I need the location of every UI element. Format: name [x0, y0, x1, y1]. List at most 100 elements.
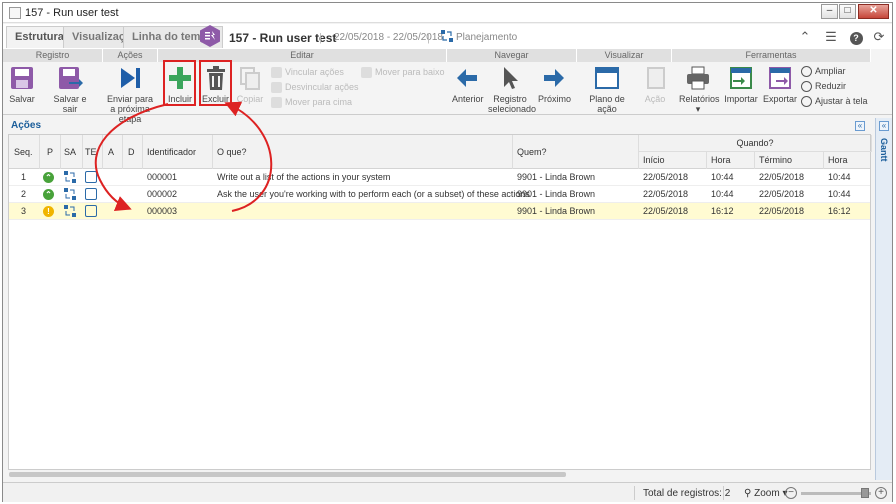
action-plan-button[interactable]: Plano de ação [581, 65, 633, 114]
group-navegar: Navegar [447, 49, 577, 62]
selected-record-button[interactable]: Registro selecionado [488, 65, 536, 114]
unlink-icon [271, 82, 282, 93]
status-warning-icon: ! [43, 206, 54, 217]
cell-identifier: 000001 [147, 172, 178, 182]
fit-screen-button[interactable]: Ajustar à tela [801, 95, 868, 108]
save-button[interactable]: Salvar [9, 65, 35, 104]
divider: | [319, 32, 322, 44]
group-visualizar: Visualizar [577, 49, 672, 62]
col-end-hour[interactable]: Hora [824, 152, 872, 169]
window-icon [595, 67, 619, 89]
col-who[interactable]: Quem? [513, 135, 639, 169]
next-step-icon [121, 68, 140, 88]
zoom-in-button[interactable]: Ampliar [801, 65, 846, 78]
expand-gantt-icon[interactable]: « [879, 121, 889, 131]
gantt-label: Gantt [879, 138, 889, 162]
cell-seq: 2 [21, 189, 27, 199]
cell-start: 22/05/2018 [643, 172, 689, 182]
col-end[interactable]: Término [755, 152, 824, 169]
col-te[interactable]: TE [83, 135, 103, 169]
list-icon[interactable]: ☰ [823, 29, 839, 45]
reports-button[interactable]: Relatórios ▾ [679, 65, 720, 114]
app-icon [9, 7, 21, 19]
ribbon-toolbar: Registro Ações Editar Navegar Visualizar… [3, 49, 892, 124]
table-row-selected[interactable]: 3 ! 000003 9901 - Linda Brown 22/05/2018… [9, 203, 870, 220]
import-icon [730, 67, 752, 89]
next-button[interactable]: Próximo [538, 65, 571, 104]
col-seq[interactable]: Seq. [9, 135, 40, 169]
move-up-button[interactable]: Mover para cima [271, 96, 352, 109]
save-exit-icon [59, 67, 83, 89]
cell-who: 9901 - Linda Brown [517, 206, 596, 216]
copy-button[interactable]: Copiar [236, 65, 264, 104]
app-window: 157 - Run user test – □ ✕ Estrutura Visu… [2, 2, 893, 502]
title-bar: 157 - Run user test – □ ✕ [3, 3, 892, 23]
group-acoes: Ações [103, 49, 158, 62]
minimize-button[interactable]: – [821, 4, 838, 19]
help-icon[interactable]: ? [848, 29, 864, 45]
horizontal-scrollbar[interactable] [9, 472, 566, 477]
planning-icon [64, 205, 76, 217]
unlink-actions-button[interactable]: Desvincular ações [271, 81, 359, 94]
zoom-out-button[interactable]: Reduzir [801, 80, 846, 93]
zoom-slider[interactable] [801, 488, 871, 498]
previous-button[interactable]: Anterior [452, 65, 484, 104]
planning-icon [64, 188, 76, 200]
col-start[interactable]: Início [639, 152, 707, 169]
move-down-button[interactable]: Mover para baixo [361, 66, 445, 79]
record-icon [200, 25, 220, 47]
status-ok-icon: ⌃ [43, 189, 54, 200]
status-ok-icon: ⌃ [43, 172, 54, 183]
export-button[interactable]: Exportar [762, 65, 798, 104]
import-button[interactable]: Importar [724, 65, 758, 104]
save-and-exit-button[interactable]: Salvar e sair [46, 65, 94, 114]
zoom-dropdown[interactable]: ⚲ Zoom ▾ [744, 488, 787, 499]
collapse-up-icon[interactable]: ⌃ [797, 29, 813, 45]
col-a[interactable]: A [103, 135, 123, 169]
zoom-in-icon [801, 66, 812, 77]
col-start-hour[interactable]: Hora [707, 152, 755, 169]
cell-end-hour: 16:12 [828, 206, 851, 216]
action-button[interactable]: Ação [643, 65, 667, 104]
col-sa[interactable]: SA [61, 135, 83, 169]
col-identifier[interactable]: Identificador [143, 135, 213, 169]
zoom-out-circle-icon[interactable]: − [785, 487, 797, 499]
divider: | [427, 32, 430, 44]
zoom-out-icon [801, 81, 812, 92]
cell-identifier: 000002 [147, 189, 178, 199]
link-icon [271, 67, 282, 78]
close-button[interactable]: ✕ [858, 4, 889, 19]
refresh-icon[interactable]: ⟳ [871, 29, 887, 45]
cell-start: 22/05/2018 [643, 206, 689, 216]
cell-end: 22/05/2018 [759, 172, 805, 182]
actions-grid: Seq. P SA TE A D Identificador O que? Qu… [8, 134, 872, 470]
table-row[interactable]: 2 ⌃ 000002 Ask the user you're working w… [9, 186, 870, 203]
col-p[interactable]: P [40, 135, 61, 169]
link-actions-button[interactable]: Vincular ações [271, 66, 344, 79]
col-what[interactable]: O que? [213, 135, 513, 169]
cell-seq: 3 [21, 206, 27, 216]
cell-start-hour: 10:44 [711, 189, 734, 199]
zoom-in-circle-icon[interactable]: + [875, 487, 887, 499]
highlight-delete [199, 60, 232, 106]
divider [634, 486, 635, 500]
arrow-down-icon [361, 67, 372, 78]
send-next-step-button[interactable]: Enviar para a próxima etapa [104, 65, 156, 124]
maximize-button[interactable]: □ [839, 4, 856, 19]
cell-what: Write out a list of the actions in your … [217, 172, 391, 182]
gantt-side-panel[interactable]: « Gantt [875, 118, 892, 480]
cursor-icon [504, 67, 518, 89]
zoom-slider-thumb[interactable] [861, 488, 869, 498]
cell-end: 22/05/2018 [759, 206, 805, 216]
highlight-include [163, 60, 196, 106]
collapse-panel-icon[interactable]: « [855, 121, 865, 131]
actions-panel-header: Ações « [8, 120, 870, 133]
col-when: Quando? [639, 135, 872, 152]
planning-icon [441, 30, 453, 42]
table-row[interactable]: 1 ⌃ 000001 Write out a list of the actio… [9, 169, 870, 186]
col-d[interactable]: D [123, 135, 143, 169]
group-ferramentas: Ferramentas [672, 49, 871, 62]
cell-identifier: 000003 [147, 206, 178, 216]
arrow-right-icon [544, 69, 564, 87]
copy-icon [240, 67, 260, 90]
